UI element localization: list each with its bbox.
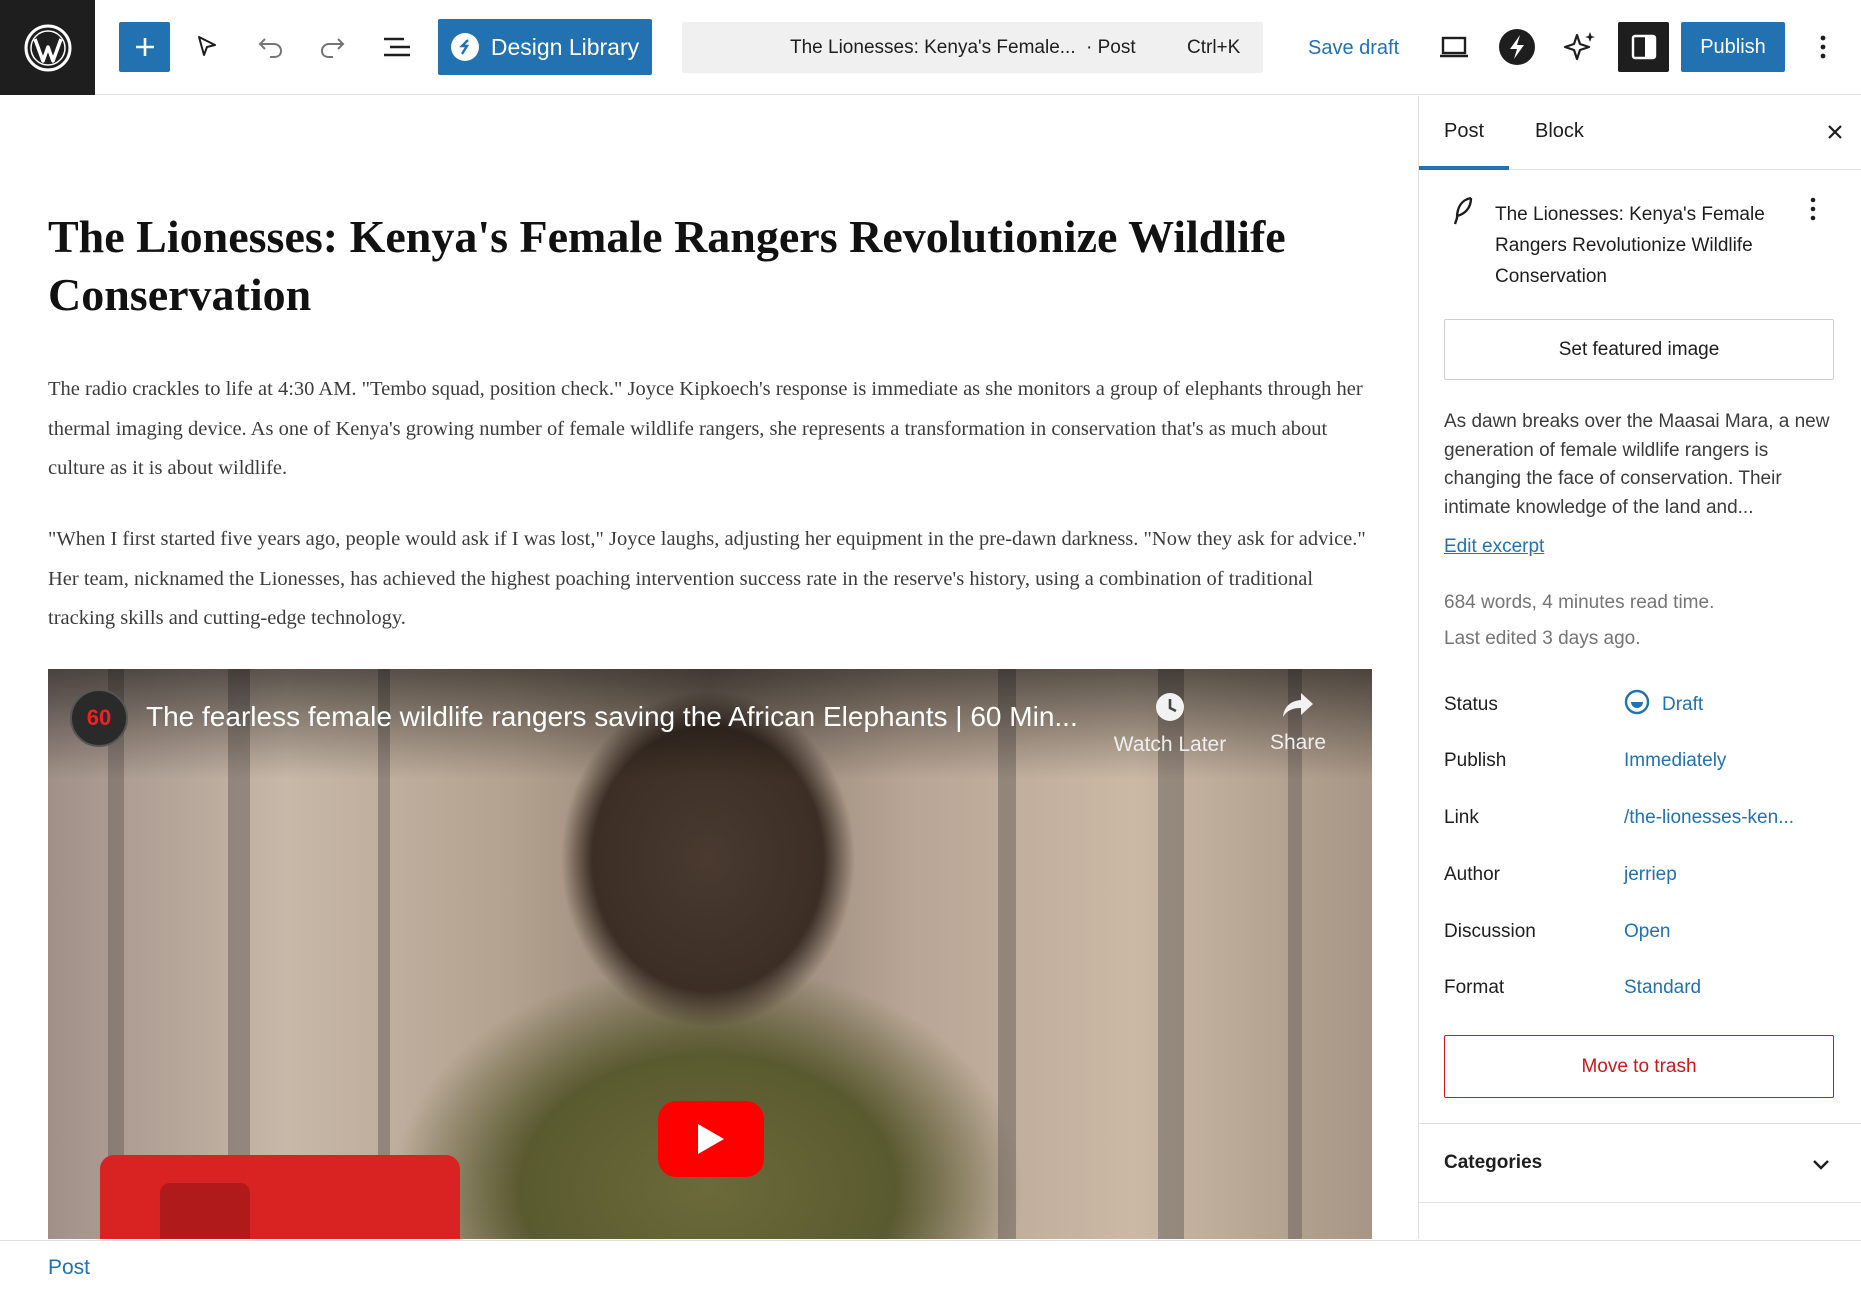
- command-post-title: The Lionesses: Kenya's Female...: [790, 37, 1076, 58]
- undo-icon: [258, 38, 283, 58]
- sidebar-toggle-icon: [1631, 34, 1656, 60]
- panel-divider: [1419, 1123, 1861, 1124]
- tab-block[interactable]: Block: [1535, 120, 1584, 143]
- design-library-label: Design Library: [490, 33, 640, 60]
- format-value[interactable]: Standard: [1624, 977, 1701, 999]
- design-library-icon: [450, 33, 479, 61]
- publish-button[interactable]: Publish: [1681, 22, 1785, 72]
- link-label: Link: [1444, 807, 1479, 828]
- author-label: Author: [1444, 864, 1500, 885]
- settings-sidebar-toggle[interactable]: [1618, 22, 1669, 72]
- discussion-value[interactable]: Open: [1624, 921, 1670, 943]
- redo-icon: [320, 38, 345, 58]
- close-icon: [1828, 125, 1842, 139]
- watch-later-label: Watch Later: [1113, 733, 1227, 756]
- bolt-icon: [1499, 29, 1535, 65]
- more-vertical-icon: [1820, 35, 1826, 59]
- post-excerpt: As dawn breaks over the Maasai Mara, a n…: [1444, 411, 1830, 518]
- command-shortcut: Ctrl+K: [1187, 37, 1241, 58]
- undo-button[interactable]: [245, 22, 295, 72]
- link-value[interactable]: /the-lionesses-ken...: [1624, 807, 1794, 829]
- active-tab-indicator: [1419, 166, 1509, 170]
- list-view-icon: [384, 37, 410, 57]
- last-edited: Last edited 3 days ago.: [1444, 628, 1641, 649]
- discussion-label: Discussion: [1444, 921, 1536, 942]
- publish-label: Publish: [1444, 750, 1507, 771]
- editor-canvas[interactable]: The Lionesses: Kenya's Female Rangers Re…: [0, 96, 1417, 1239]
- post-title[interactable]: The Lionesses: Kenya's Female Rangers Re…: [48, 208, 1368, 324]
- tools-button[interactable]: [182, 22, 232, 72]
- channel-avatar[interactable]: 60: [70, 689, 128, 747]
- laptop-icon: [1440, 36, 1468, 58]
- block-breadcrumb-bar: Post: [0, 1240, 1861, 1294]
- editor-toolbar: Design Library The Lionesses: Kenya's Fe…: [0, 0, 1861, 95]
- plugin-button[interactable]: [1492, 22, 1542, 72]
- share-button[interactable]: Share: [1238, 691, 1358, 755]
- status-value[interactable]: Draft: [1662, 694, 1703, 716]
- post-summary-title: The Lionesses: Kenya's Female Rangers Re…: [1495, 204, 1765, 287]
- paragraph-block[interactable]: "When I first started five years ago, pe…: [48, 520, 1378, 639]
- post-feather-icon: [1453, 196, 1473, 225]
- paragraph-block[interactable]: The radio crackles to life at 4:30 AM. "…: [48, 370, 1378, 489]
- ai-assistant-button[interactable]: [1555, 22, 1605, 72]
- select-arrow-icon: [198, 36, 216, 56]
- clock-icon: [1156, 693, 1184, 721]
- panel-divider: [1419, 1202, 1861, 1203]
- design-library-button[interactable]: Design Library: [438, 19, 652, 75]
- video-thumbnail-logo: [100, 1155, 460, 1239]
- chevron-down-icon[interactable]: [1809, 1152, 1833, 1176]
- edit-excerpt-link[interactable]: Edit excerpt: [1444, 536, 1544, 558]
- save-draft-button[interactable]: Save draft: [1308, 37, 1399, 60]
- watch-later-button[interactable]: Watch Later: [1110, 691, 1230, 757]
- author-value[interactable]: jerriep: [1624, 864, 1677, 886]
- more-vertical-icon[interactable]: [1809, 196, 1817, 222]
- settings-sidebar: Post Block The Lionesses: Kenya's Female…: [1418, 96, 1861, 1239]
- categories-panel-toggle[interactable]: Categories: [1444, 1152, 1542, 1174]
- redo-button[interactable]: [308, 22, 358, 72]
- video-embed[interactable]: 60 The fearless female wildlife rangers …: [48, 669, 1372, 1239]
- publish-value[interactable]: Immediately: [1624, 750, 1726, 772]
- sparkle-icon: [1563, 32, 1595, 61]
- document-overview-button[interactable]: [372, 22, 422, 72]
- block-inserter-button[interactable]: [119, 22, 170, 72]
- close-sidebar-button[interactable]: [1819, 116, 1851, 148]
- draft-status-icon: [1624, 689, 1650, 715]
- preview-button[interactable]: [1429, 22, 1479, 72]
- status-label: Status: [1444, 694, 1498, 715]
- tab-post[interactable]: Post: [1444, 120, 1484, 143]
- breadcrumb-post[interactable]: Post: [48, 1256, 90, 1280]
- sidebar-tabs: Post Block: [1419, 96, 1861, 170]
- move-to-trash-button[interactable]: Move to trash: [1444, 1035, 1834, 1098]
- set-featured-image-button[interactable]: Set featured image: [1444, 319, 1834, 380]
- command-palette-button[interactable]: The Lionesses: Kenya's Female... · Post …: [682, 22, 1263, 73]
- command-post-type: · Post: [1086, 37, 1136, 58]
- plus-icon: [135, 38, 154, 56]
- play-icon: [698, 1124, 724, 1154]
- options-button[interactable]: [1808, 22, 1838, 72]
- format-label: Format: [1444, 977, 1505, 998]
- share-label: Share: [1269, 731, 1327, 754]
- video-title[interactable]: The fearless female wildlife rangers sav…: [146, 701, 1078, 733]
- play-button[interactable]: [658, 1101, 764, 1177]
- wordpress-icon[interactable]: [0, 0, 95, 95]
- share-icon: [1283, 693, 1313, 717]
- word-count: 684 words, 4 minutes read time.: [1444, 592, 1715, 613]
